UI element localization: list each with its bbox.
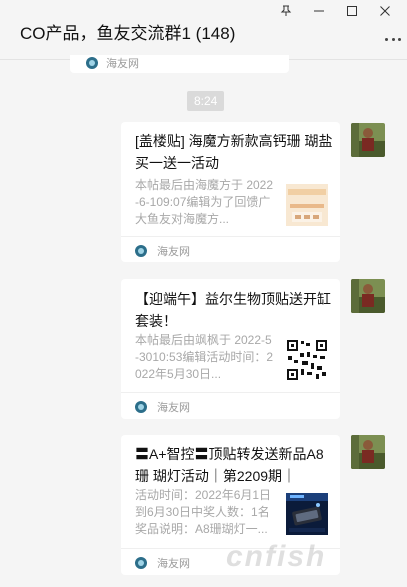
- minimize-icon[interactable]: [302, 2, 335, 20]
- source-name: 海友网: [157, 246, 190, 258]
- card-source: 海友网: [135, 555, 190, 571]
- card-thumbnail: [286, 184, 328, 226]
- source-name: 海友网: [157, 402, 190, 414]
- card-divider: [121, 236, 340, 237]
- card-source: 海友网: [135, 399, 190, 415]
- time-separator: 8:24: [187, 91, 225, 111]
- more-options-icon[interactable]: [383, 33, 403, 45]
- card-description: 本帖最后由海魔方于 2022-6-109:07编辑为了回馈广大鱼友对海魔方...: [135, 178, 274, 226]
- source-logo-icon: [86, 57, 98, 69]
- previous-link-card[interactable]: 海友网: [70, 55, 289, 73]
- source-logo-icon: [135, 245, 147, 257]
- source-logo-icon: [135, 401, 147, 413]
- card-source: 海友网: [135, 243, 190, 259]
- card-thumbnail-qr: [286, 339, 328, 381]
- card-description: 本帖最后由飒枫于 2022-5-3010:53编辑活动时间：2022年5月30日…: [135, 333, 274, 381]
- card-title: 【迎端午】益尔生物顶贴送开缸套装！: [135, 291, 331, 329]
- title-bar: CO产品，鱼友交流群1 (148): [0, 0, 407, 60]
- pin-icon[interactable]: [269, 2, 302, 20]
- watermark: cnfish: [226, 540, 327, 573]
- sender-avatar[interactable]: [351, 435, 385, 469]
- source-name: 海友网: [106, 58, 139, 70]
- card-title: 〓A+智控〓顶贴转发送新品A8珊 瑚灯活动｜第2209期｜: [135, 446, 324, 484]
- maximize-icon[interactable]: [335, 2, 368, 20]
- source-logo-icon: [135, 557, 147, 569]
- sender-avatar[interactable]: [351, 279, 385, 313]
- source-name: 海友网: [157, 558, 190, 570]
- card-divider: [121, 392, 340, 393]
- link-card[interactable]: [盖楼贴] 海魔方新款高钙珊 瑚盐买一送一活动 本帖最后由海魔方于 2022-6…: [121, 122, 340, 262]
- card-thumbnail: [286, 493, 328, 535]
- window-controls: [269, 2, 401, 20]
- sender-avatar[interactable]: [351, 123, 385, 157]
- card-description: 活动时间：2022年6月1日到6月30日中奖人数：1名奖品说明：A8珊瑚灯一..…: [135, 488, 272, 536]
- chat-title: CO产品，鱼友交流群1 (148): [20, 24, 236, 43]
- card-source: 海友网: [86, 55, 139, 71]
- link-card[interactable]: 【迎端午】益尔生物顶贴送开缸套装！ 本帖最后由飒枫于 2022-5-3010:5…: [121, 279, 340, 419]
- close-icon[interactable]: [368, 2, 401, 20]
- card-title: [盖楼贴] 海魔方新款高钙珊 瑚盐买一送一活动: [135, 133, 333, 171]
